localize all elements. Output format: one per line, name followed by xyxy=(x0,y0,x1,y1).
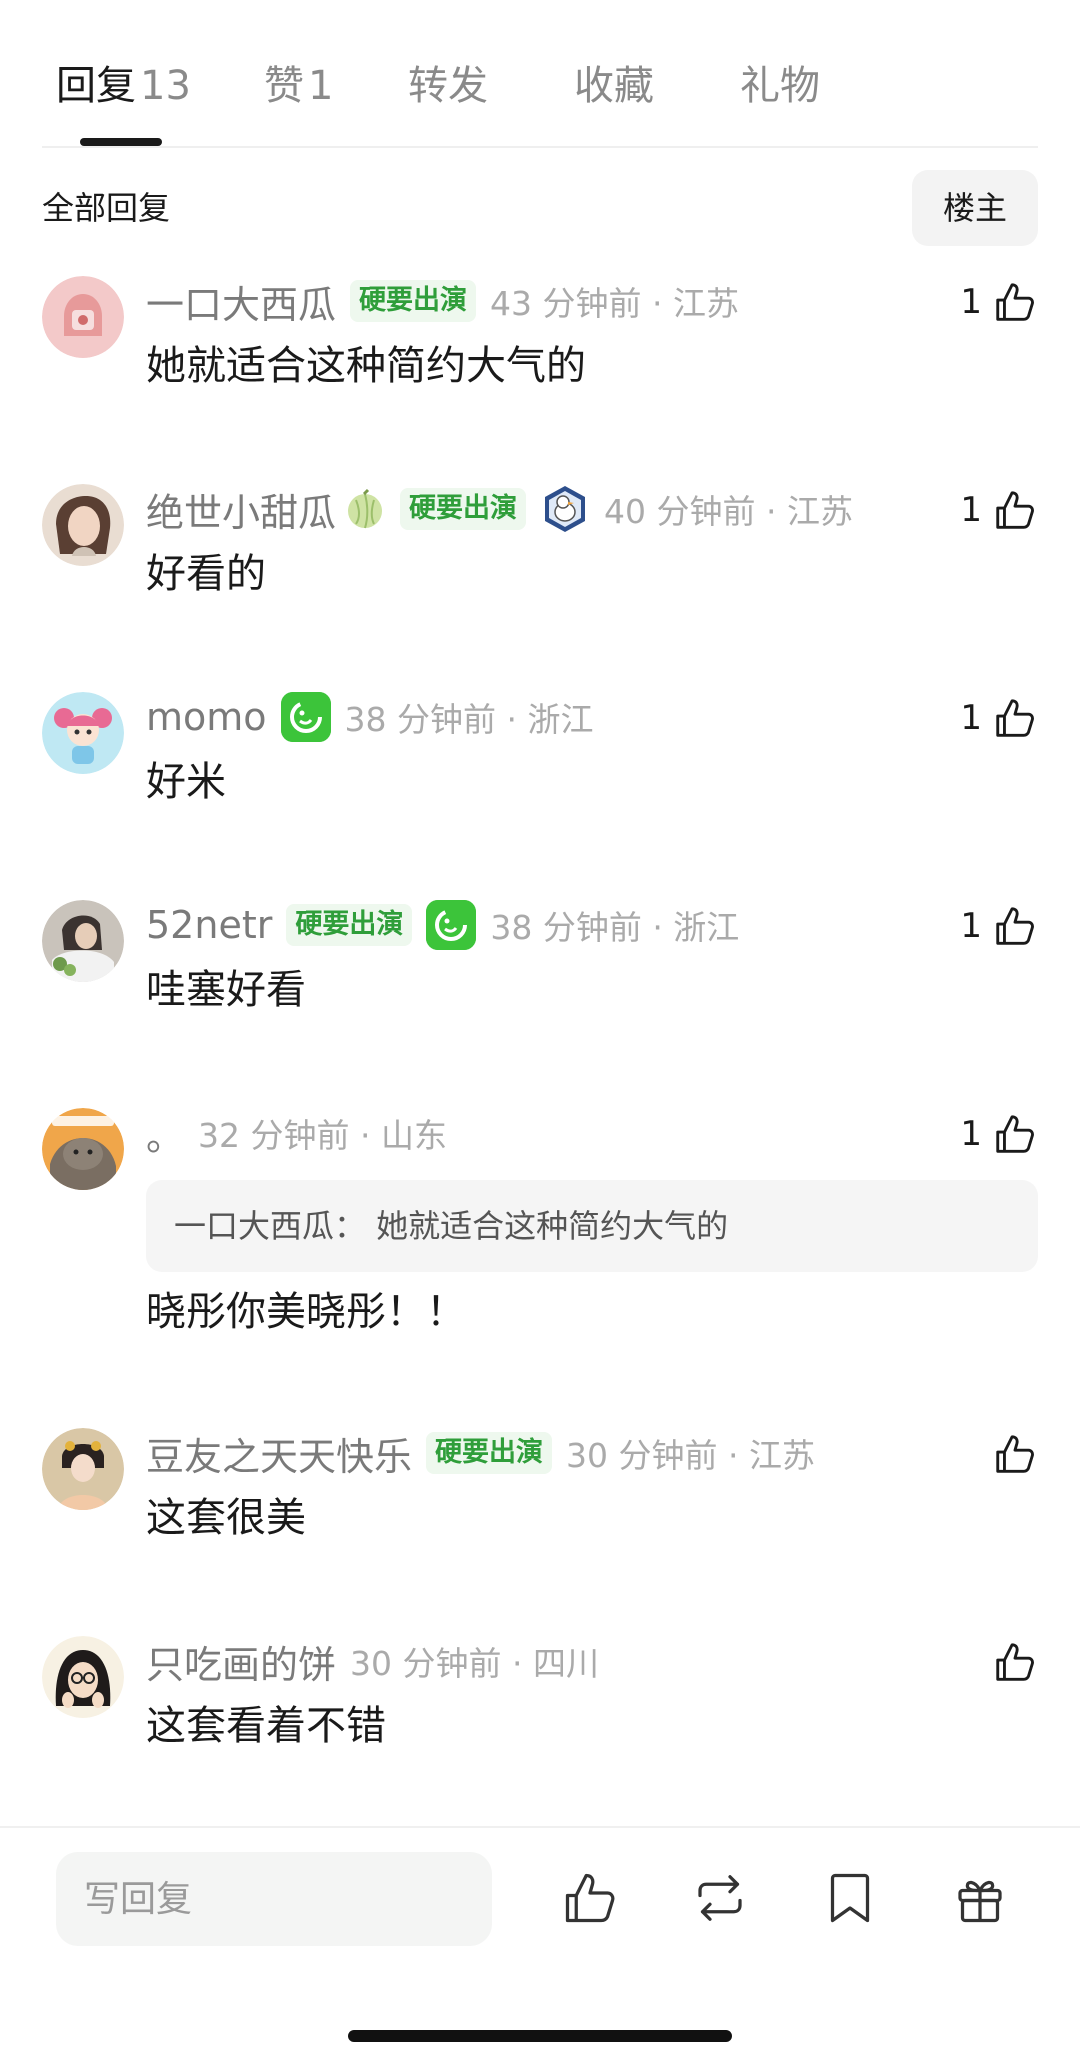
tab-replies[interactable]: 回复 13 xyxy=(56,58,191,114)
comment-meta: 30 分钟前 · 江苏 xyxy=(566,1436,815,1475)
tab-gift[interactable]: 礼物 xyxy=(740,58,820,114)
melon-icon xyxy=(344,488,386,530)
comment-meta: 30 分钟前 · 四川 xyxy=(350,1644,599,1683)
like-count: 1 xyxy=(960,1114,982,1154)
like-count: 1 xyxy=(960,282,982,322)
thumbs-up-icon xyxy=(992,1431,1038,1477)
gift-button[interactable] xyxy=(950,1868,1010,1928)
thumbs-up-icon xyxy=(560,1868,620,1928)
tab-replies-label: 回复 xyxy=(56,63,136,109)
comment-text: 晓彤你美晓彤！！ xyxy=(146,1289,466,1335)
repost-button[interactable] xyxy=(690,1868,750,1928)
username[interactable]: 只吃画的饼 xyxy=(146,1634,336,1689)
like-button[interactable]: 1 xyxy=(960,1106,1038,1162)
like-button[interactable] xyxy=(992,1634,1038,1690)
duck-medal-icon xyxy=(540,484,590,534)
home-indicator[interactable] xyxy=(348,2030,732,2042)
thumbs-up-icon xyxy=(992,903,1038,949)
comment-item: 52netr 硬要出演 38 分钟前 · 浙江 哇塞好看 1 xyxy=(0,896,1080,1026)
favorite-button[interactable] xyxy=(820,1868,880,1928)
tab-likes-count: 1 xyxy=(308,63,334,109)
bookmark-icon xyxy=(820,1868,880,1928)
avatar[interactable] xyxy=(42,276,124,358)
username[interactable]: 一口大西瓜 xyxy=(146,274,336,329)
avatar[interactable] xyxy=(42,1428,124,1510)
comment-text: 这套看着不错 xyxy=(146,1703,386,1749)
gift-icon xyxy=(950,1868,1010,1928)
like-count: 1 xyxy=(960,698,982,738)
comment-header: 。 32 分钟前 · 山东 xyxy=(146,1104,447,1162)
like-button[interactable] xyxy=(992,1426,1038,1482)
comment-meta: 38 分钟前 · 浙江 xyxy=(344,700,594,739)
comment-text: 好看的 xyxy=(146,551,266,597)
vip-smile-icon xyxy=(280,692,331,742)
section-title: 全部回复 xyxy=(42,189,171,227)
avatar[interactable] xyxy=(42,692,124,774)
username[interactable]: 52netr xyxy=(146,903,272,947)
status-badge: 硬要出演 xyxy=(426,1432,553,1474)
tab-likes-label: 赞 xyxy=(264,63,304,109)
op-filter-button[interactable]: 楼主 xyxy=(912,170,1038,246)
thumbs-up-icon xyxy=(992,1639,1038,1685)
comment-item: 一口大西瓜 硬要出演 43 分钟前 · 江苏 她就适合这种简约大气的 1 xyxy=(0,272,1080,402)
status-badge: 硬要出演 xyxy=(286,904,413,946)
avatar[interactable] xyxy=(42,1636,124,1718)
like-post-button[interactable] xyxy=(560,1868,620,1928)
comment-item: 绝世小甜瓜 硬要出演 40 分钟前 · 江苏 好看的 1 xyxy=(0,480,1080,610)
thumbs-up-icon xyxy=(992,695,1038,741)
comment-text: 好米 xyxy=(146,759,226,805)
username[interactable]: 绝世小甜瓜 xyxy=(146,482,336,537)
comment-meta: 40 分钟前 · 江苏 xyxy=(604,492,853,531)
avatar[interactable] xyxy=(42,484,124,566)
comment-meta: 38 分钟前 · 浙江 xyxy=(490,908,740,947)
like-button[interactable]: 1 xyxy=(960,690,1038,746)
like-button[interactable]: 1 xyxy=(960,274,1038,330)
active-tab-indicator xyxy=(80,138,162,146)
tab-favorite[interactable]: 收藏 xyxy=(574,58,654,114)
comment-item: 豆友之天天快乐 硬要出演 30 分钟前 · 江苏 这套很美 xyxy=(0,1424,1080,1554)
like-button[interactable]: 1 xyxy=(960,482,1038,538)
thumbs-up-icon xyxy=(992,487,1038,533)
comment-item: 只吃画的饼 30 分钟前 · 四川 这套看着不错 xyxy=(0,1632,1080,1762)
comment-header: momo 38 分钟前 · 浙江 xyxy=(146,688,593,746)
like-count: 1 xyxy=(960,906,982,946)
comment-meta: 43 分钟前 · 江苏 xyxy=(490,284,739,323)
username[interactable]: 。 xyxy=(146,1106,184,1161)
comment-header: 绝世小甜瓜 硬要出演 40 分钟前 · 江苏 xyxy=(146,480,853,538)
vip-smile-icon xyxy=(426,900,477,950)
comment-header: 52netr 硬要出演 38 分钟前 · 浙江 xyxy=(146,896,739,954)
comment-header: 豆友之天天快乐 硬要出演 30 分钟前 · 江苏 xyxy=(146,1424,815,1482)
tab-replies-count: 13 xyxy=(140,63,191,109)
tab-likes[interactable]: 赞1 xyxy=(264,58,333,114)
username[interactable]: 豆友之天天快乐 xyxy=(146,1426,412,1481)
username[interactable]: momo xyxy=(146,695,267,739)
thumbs-up-icon xyxy=(992,1111,1038,1157)
tab-repost[interactable]: 转发 xyxy=(408,58,488,114)
like-count: 1 xyxy=(960,490,982,530)
divider xyxy=(0,1826,1080,1828)
comment-text: 这套很美 xyxy=(146,1495,306,1541)
quoted-reply[interactable]: 一口大西瓜： 她就适合这种简约大气的 xyxy=(146,1180,1038,1272)
divider xyxy=(42,146,1038,148)
reply-input[interactable] xyxy=(56,1852,492,1946)
comment-header: 只吃画的饼 30 分钟前 · 四川 xyxy=(146,1632,599,1690)
thumbs-up-icon xyxy=(992,279,1038,325)
comment-header: 一口大西瓜 硬要出演 43 分钟前 · 江苏 xyxy=(146,272,739,330)
repost-icon xyxy=(690,1868,750,1928)
avatar[interactable] xyxy=(42,1108,124,1190)
status-badge: 硬要出演 xyxy=(350,280,477,322)
comment-text: 她就适合这种简约大气的 xyxy=(146,343,586,389)
avatar[interactable] xyxy=(42,900,124,982)
like-button[interactable]: 1 xyxy=(960,898,1038,954)
comment-item: momo 38 分钟前 · 浙江 好米 1 xyxy=(0,688,1080,818)
comment-text: 哇塞好看 xyxy=(146,967,306,1013)
status-badge: 硬要出演 xyxy=(400,488,527,530)
tab-bar: 回复 13 赞1 转发 收藏 礼物 xyxy=(0,0,1080,148)
comment-meta: 32 分钟前 · 山东 xyxy=(198,1116,447,1155)
comment-item: 。 32 分钟前 · 山东 一口大西瓜： 她就适合这种简约大气的 晓彤你美晓彤！… xyxy=(0,1104,1080,1344)
